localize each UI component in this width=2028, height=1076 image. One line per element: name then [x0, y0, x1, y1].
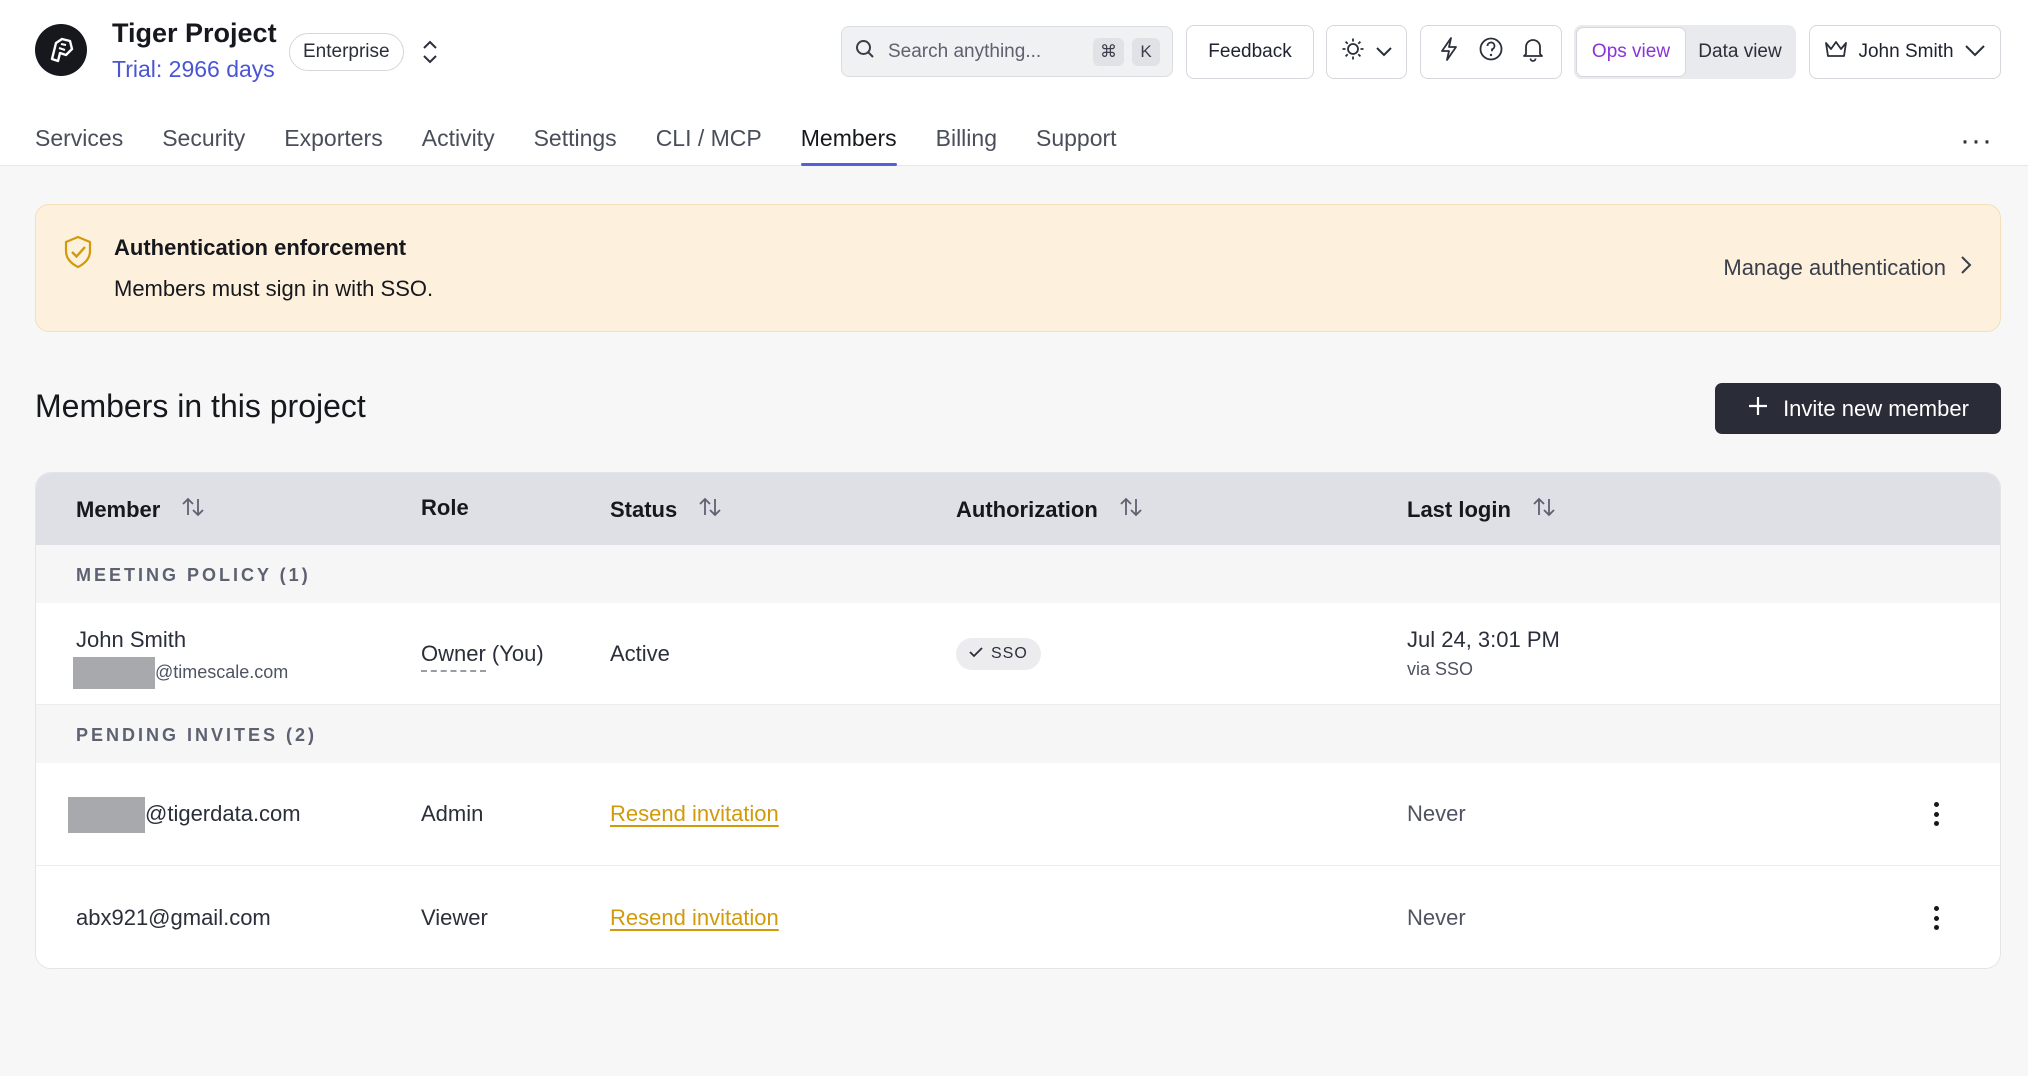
sun-icon [1341, 37, 1365, 67]
last-login-method: via SSO [1407, 659, 1474, 679]
column-header-label: Authorization [956, 497, 1098, 522]
group-label: MEETING POLICY (1) [76, 565, 311, 585]
tab-services[interactable]: Services [35, 118, 123, 166]
search-icon [854, 38, 876, 65]
table-row[interactable]: John Smith @timescale.com Owner (You) Ac… [36, 603, 2000, 705]
check-icon [969, 645, 983, 663]
help-icon[interactable] [1478, 36, 1504, 68]
column-header-label: Last login [1407, 497, 1511, 522]
invite-member-button[interactable]: Invite new member [1715, 383, 2001, 434]
manage-authentication-label: Manage authentication [1723, 255, 1946, 280]
chevron-right-icon [1960, 255, 1972, 281]
member-role: Owner (You) [421, 641, 544, 672]
user-menu-button[interactable]: John Smith [1809, 25, 2001, 79]
column-header-label: Role [421, 495, 469, 520]
search-input[interactable]: Search anything... ⌘ K [841, 26, 1173, 77]
banner-title: Authentication enforcement [114, 235, 407, 260]
last-login-time: Jul 24, 3:01 PM [1407, 627, 1560, 652]
invite-email: @tigerdata.com [68, 797, 301, 833]
sso-badge: SSO [956, 638, 1041, 670]
last-login-time: Never [1407, 905, 1466, 930]
table-row[interactable]: abx921@gmail.com Viewer Resend invitatio… [36, 866, 2000, 968]
sort-icon[interactable] [1118, 495, 1144, 525]
members-table: Member Role Status Authorization Last lo… [35, 472, 2001, 969]
role-you-suffix: (You) [491, 641, 544, 666]
chevron-up-down-icon[interactable] [418, 36, 442, 68]
sort-icon[interactable] [1531, 495, 1557, 525]
group-header-meeting-policy: MEETING POLICY (1) [36, 545, 2000, 603]
bell-icon[interactable] [1521, 36, 1545, 68]
project-name[interactable]: Tiger Project [112, 18, 277, 49]
column-header-role: Role [421, 495, 469, 521]
chevron-down-icon [1964, 41, 1986, 63]
invite-role: Viewer [421, 905, 488, 930]
more-options-icon[interactable]: ··· [1960, 124, 1993, 158]
banner-subtitle: Members must sign in with SSO. [114, 276, 434, 301]
invite-member-label: Invite new member [1783, 395, 1969, 421]
plan-badge: Enterprise [289, 33, 404, 71]
redacted-block [68, 797, 145, 833]
kebab-icon[interactable] [1926, 903, 1946, 933]
group-header-pending-invites: PENDING INVITES (2) [36, 705, 2000, 763]
column-header-authorization[interactable]: Authorization [956, 495, 1144, 525]
column-header-status[interactable]: Status [610, 495, 723, 525]
shield-check-icon [63, 235, 93, 274]
email-domain: @timescale.com [155, 661, 289, 682]
bolt-icon[interactable] [1437, 36, 1461, 68]
manage-authentication-link[interactable]: Manage authentication [1723, 255, 1972, 281]
sort-icon[interactable] [697, 495, 723, 525]
tab-security[interactable]: Security [162, 118, 245, 166]
redacted-block [73, 657, 155, 689]
table-header: Member Role Status Authorization Last lo… [36, 473, 2000, 545]
member-status: Active [610, 641, 670, 666]
role-label[interactable]: Owner [421, 641, 486, 672]
member-email: @timescale.com [73, 657, 288, 689]
tiger-logo-icon[interactable] [35, 24, 87, 76]
data-view-toggle[interactable]: Data view [1686, 27, 1794, 77]
invite-role: Admin [421, 801, 484, 826]
auth-enforcement-banner: Authentication enforcement Members must … [35, 204, 2001, 332]
column-header-label: Member [76, 497, 161, 522]
tab-support[interactable]: Support [1036, 118, 1117, 166]
kebab-icon[interactable] [1926, 799, 1946, 829]
group-label: PENDING INVITES (2) [76, 725, 318, 745]
top-bar: Tiger Project Trial: 2966 days Enterpris… [0, 0, 2028, 166]
user-name: John Smith [1858, 41, 1954, 62]
trial-days[interactable]: Trial: 2966 days [112, 56, 275, 83]
tab-activity[interactable]: Activity [422, 118, 495, 166]
feedback-button[interactable]: Feedback [1186, 25, 1314, 79]
chevron-down-icon [1375, 41, 1393, 63]
table-row[interactable]: @tigerdata.com Admin Resend invitation N… [36, 763, 2000, 866]
main-tabs: Services Security Exporters Activity Set… [35, 118, 1156, 166]
sso-badge-label: SSO [991, 645, 1028, 662]
tab-exporters[interactable]: Exporters [284, 118, 382, 166]
resend-invitation-link[interactable]: Resend invitation [610, 801, 779, 827]
column-header-last-login[interactable]: Last login [1407, 495, 1557, 525]
tab-settings[interactable]: Settings [534, 118, 617, 166]
ops-view-toggle[interactable]: Ops view [1576, 27, 1686, 77]
shortcut-k-key: K [1132, 37, 1160, 66]
quick-actions-group [1420, 25, 1562, 79]
page-title: Members in this project [35, 388, 366, 424]
theme-toggle-button[interactable] [1326, 25, 1407, 79]
search-placeholder: Search anything... [888, 40, 1042, 62]
column-header-label: Status [610, 497, 678, 522]
invite-email: abx921@gmail.com [76, 905, 271, 930]
plus-icon [1747, 395, 1769, 423]
shortcut-cmd-key: ⌘ [1093, 37, 1124, 66]
view-toggle: Ops view Data view [1574, 25, 1796, 79]
tab-billing[interactable]: Billing [936, 118, 997, 166]
column-header-member[interactable]: Member [76, 495, 206, 525]
sort-icon[interactable] [180, 495, 206, 525]
tab-cli-mcp[interactable]: CLI / MCP [656, 118, 762, 166]
resend-invitation-link[interactable]: Resend invitation [610, 905, 779, 931]
last-login-time: Never [1407, 801, 1466, 826]
tab-members[interactable]: Members [800, 118, 897, 166]
email-domain: @tigerdata.com [145, 800, 301, 826]
crown-icon [1824, 39, 1848, 65]
member-name: John Smith [76, 627, 187, 652]
